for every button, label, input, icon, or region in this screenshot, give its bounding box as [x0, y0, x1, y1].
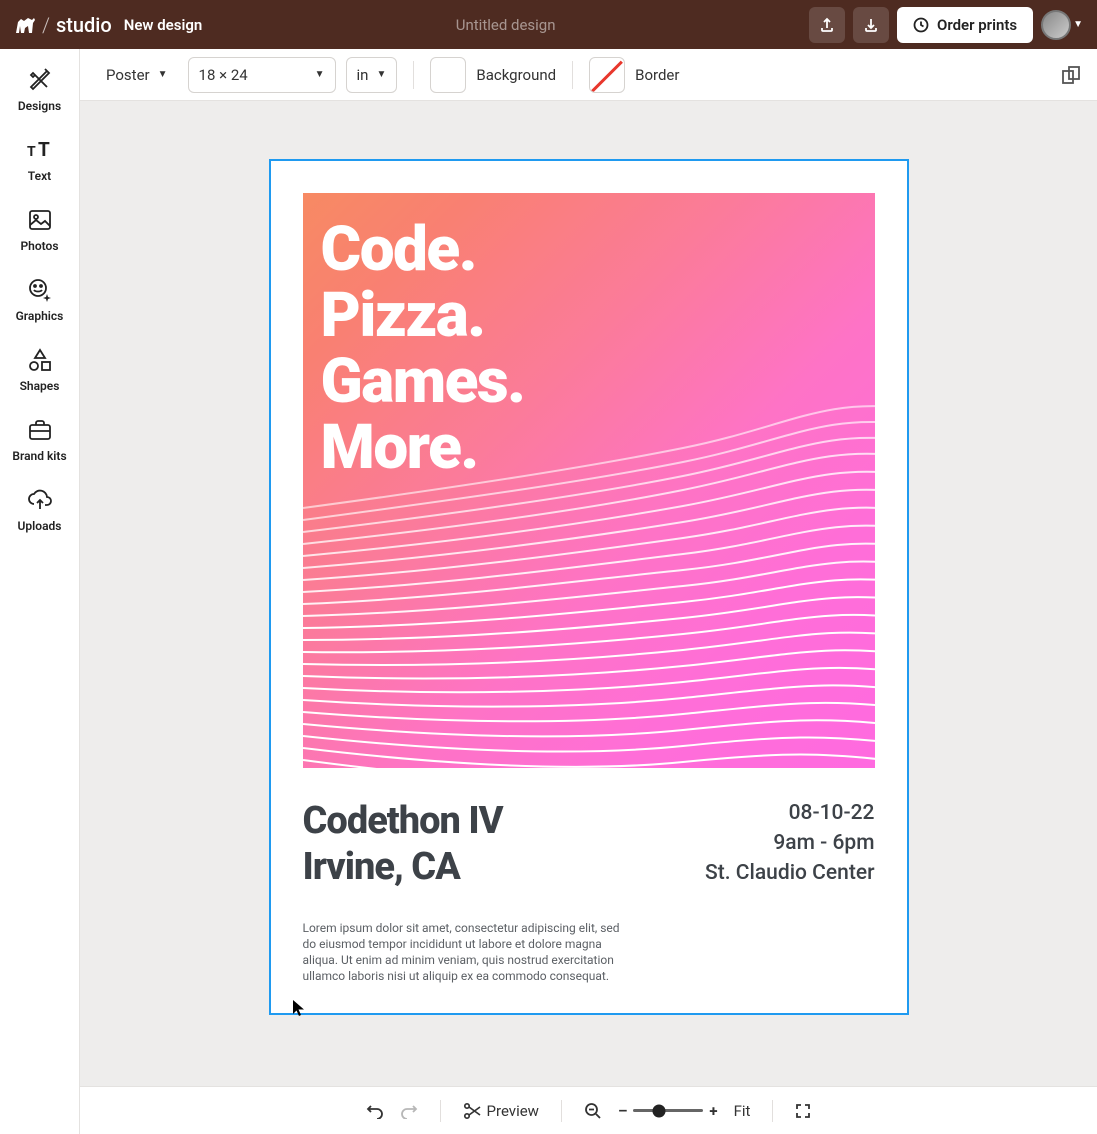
expand-icon — [795, 1103, 811, 1119]
clock-icon — [913, 17, 929, 33]
event-title-block[interactable]: Codethon IV Irvine, CA — [303, 798, 503, 890]
text-icon: TT — [27, 137, 53, 163]
chevron-down-icon: ▼ — [376, 69, 386, 80]
scissors-icon — [463, 1102, 481, 1120]
redo-button[interactable] — [400, 1103, 418, 1119]
sidebar-item-uploads[interactable]: Uploads — [0, 483, 79, 537]
sidebar-item-label: Uploads — [18, 519, 62, 533]
zoom-out-button[interactable] — [584, 1102, 602, 1120]
download-icon — [863, 17, 879, 33]
unit-select[interactable]: in▼ — [346, 57, 398, 93]
sidebar: Designs TT Text Photos Graphics Shapes B… — [0, 49, 80, 1134]
svg-text:T: T — [27, 144, 36, 160]
user-avatar — [1041, 10, 1071, 40]
cloud-upload-icon — [27, 487, 53, 513]
border-color-swatch[interactable] — [589, 57, 625, 93]
sidebar-item-designs[interactable]: Designs — [0, 63, 79, 117]
poster-hero[interactable]: Code. Pizza. Games. More. — [303, 193, 875, 768]
poster-body-text[interactable]: Lorem ipsum dolor sit amet, consectetur … — [303, 920, 623, 984]
sidebar-item-label: Photos — [20, 239, 58, 253]
chevron-down-icon: ▼ — [315, 69, 325, 80]
zoom-out-icon — [584, 1102, 602, 1120]
image-icon — [27, 207, 53, 233]
canvas-area[interactable]: Code. Pizza. Games. More. — [80, 101, 1097, 1086]
sidebar-item-text[interactable]: TT Text — [0, 133, 79, 187]
download-button[interactable] — [853, 7, 889, 43]
cursor-icon — [292, 999, 306, 1017]
sidebar-item-brandkits[interactable]: Brand kits — [0, 413, 79, 467]
chevron-down-icon: ▼ — [158, 69, 168, 80]
account-menu[interactable]: ▼ — [1041, 10, 1083, 40]
preview-button[interactable]: Preview — [463, 1102, 539, 1120]
sidebar-item-photos[interactable]: Photos — [0, 203, 79, 257]
horse-icon — [14, 16, 36, 34]
border-label: Border — [635, 66, 679, 84]
app-header: / studio New design Untitled design Orde… — [0, 0, 1097, 49]
order-prints-button[interactable]: Order prints — [897, 7, 1033, 43]
background-label: Background — [476, 66, 556, 84]
event-details-block[interactable]: 08-10-22 9am - 6pm St. Claudio Center — [705, 798, 874, 890]
hero-headline[interactable]: Code. Pizza. Games. More. — [303, 193, 875, 481]
sidebar-item-label: Brand kits — [12, 449, 66, 463]
chevron-down-icon: ▼ — [1073, 19, 1083, 30]
brand-text: studio — [56, 13, 112, 37]
document-title[interactable]: Untitled design — [214, 16, 797, 34]
sidebar-item-graphics[interactable]: Graphics — [0, 273, 79, 327]
fullscreen-button[interactable] — [795, 1103, 811, 1119]
canvas-footer: Preview – + Fit — [80, 1086, 1097, 1134]
dimensions-select[interactable]: 18 × 24▼ — [188, 57, 336, 93]
ruler-pencil-icon — [27, 67, 53, 93]
undo-button[interactable] — [366, 1103, 384, 1119]
zoom-slider[interactable]: – + — [618, 1102, 718, 1120]
app-logo[interactable]: / studio — [14, 13, 112, 37]
bring-front-icon — [1061, 65, 1081, 85]
sidebar-item-label: Shapes — [20, 379, 60, 393]
upload-icon — [819, 17, 835, 33]
emoji-spark-icon — [27, 277, 53, 303]
shapes-icon — [27, 347, 53, 373]
zoom-fit-button[interactable]: Fit — [734, 1102, 751, 1120]
svg-text:T: T — [38, 139, 50, 161]
sidebar-item-label: Designs — [18, 99, 61, 113]
briefcase-icon — [27, 417, 53, 443]
sidebar-item-label: Graphics — [16, 309, 64, 323]
redo-icon — [400, 1103, 418, 1119]
new-design-button[interactable]: New design — [124, 16, 203, 34]
design-type-select[interactable]: Poster▼ — [96, 57, 178, 93]
share-button[interactable] — [809, 7, 845, 43]
sidebar-item-label: Text — [28, 169, 51, 183]
background-color-swatch[interactable] — [430, 57, 466, 93]
poster-info[interactable]: Codethon IV Irvine, CA 08-10-22 9am - 6p… — [303, 798, 875, 890]
options-toolbar: Poster▼ 18 × 24▼ in▼ Background Border — [80, 49, 1097, 101]
sidebar-item-shapes[interactable]: Shapes — [0, 343, 79, 397]
layers-button[interactable] — [1061, 65, 1081, 85]
design-artboard[interactable]: Code. Pizza. Games. More. — [269, 159, 909, 1015]
undo-icon — [366, 1103, 384, 1119]
